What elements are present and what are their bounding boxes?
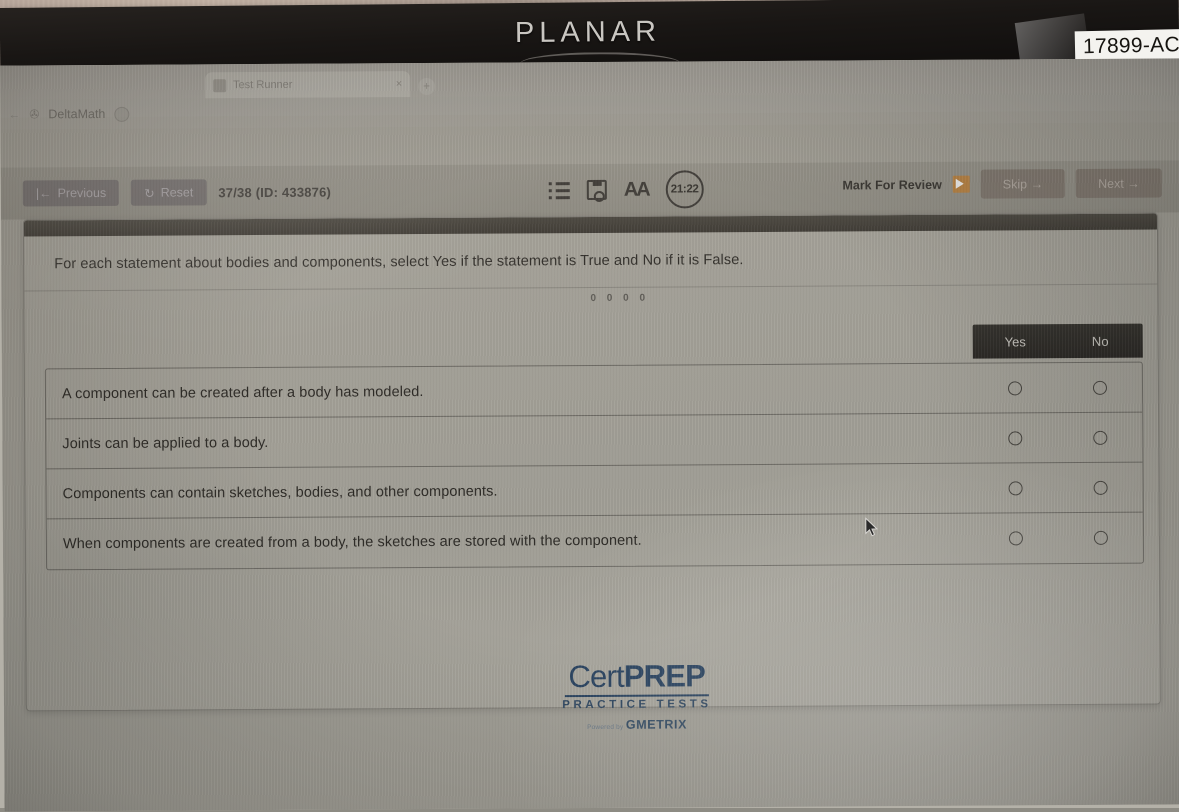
previous-arrow-icon: |←: [35, 186, 52, 201]
card-divider: [24, 283, 1160, 292]
save-icon[interactable]: [586, 179, 607, 201]
question-card: For each statement about bodies and comp…: [22, 212, 1161, 712]
column-header-yes: Yes: [1004, 333, 1026, 349]
bookmark-icon: ✇: [29, 107, 40, 122]
monitor-screen: Test Runner × + ← ✇ DeltaMath |← Previou…: [0, 58, 1179, 812]
statement-text: Components can contain sketches, bodies,…: [62, 483, 498, 502]
answer-matrix: Yes No A component can be created after …: [44, 323, 1145, 571]
question-list-icon[interactable]: [549, 181, 570, 199]
table-row: A component can be created after a body …: [45, 362, 1143, 420]
back-arrow-icon[interactable]: ←: [8, 107, 20, 121]
radio-button-yes[interactable]: [1008, 531, 1023, 546]
matrix-column-headers: Yes No: [972, 323, 1143, 359]
radio-cell-no[interactable]: [1058, 480, 1143, 495]
logo-subtitle: PRACTICE TESTS: [562, 698, 712, 712]
radio-button-no[interactable]: [1092, 380, 1107, 395]
progress-dots-marker: 0 0 0 0: [590, 292, 650, 304]
test-runner-app: |← Previous ↻ Reset 37/38 (ID: 433876) A…: [0, 122, 1179, 812]
radio-cell-yes[interactable]: [972, 380, 1057, 396]
previous-button-label: Previous: [57, 185, 107, 201]
new-tab-button[interactable]: +: [418, 77, 436, 96]
statement-text: When components are created from a body,…: [62, 532, 642, 553]
avatar[interactable]: [114, 106, 130, 122]
flag-icon[interactable]: [952, 175, 970, 193]
reset-button[interactable]: ↻ Reset: [131, 179, 207, 206]
logo-prep-text: PREP: [623, 658, 706, 694]
statement-text: Joints can be applied to a body.: [62, 434, 269, 452]
question-prompt: For each statement about bodies and comp…: [54, 252, 744, 273]
monitor-brand-label: PLANAR: [514, 15, 662, 50]
logo-rule: [564, 694, 709, 698]
mark-for-review-label[interactable]: Mark For Review: [842, 177, 941, 192]
reset-button-label: Reset: [160, 185, 194, 200]
previous-button[interactable]: |← Previous: [22, 179, 120, 207]
radio-cell-no[interactable]: [1057, 380, 1142, 395]
radio-button-no[interactable]: [1093, 530, 1108, 545]
logo-powered-by: Powered by GMETRIX: [562, 717, 712, 732]
radio-button-yes[interactable]: [1007, 380, 1022, 395]
browser-tab-test-runner[interactable]: Test Runner ×: [205, 71, 411, 99]
radio-cell-yes[interactable]: [972, 430, 1057, 446]
question-counter: 37/38 (ID: 433876): [218, 184, 332, 200]
matrix-rows: A component can be created after a body …: [44, 361, 1145, 571]
reset-icon: ↻: [144, 186, 155, 201]
tab-favicon-icon: [213, 78, 227, 92]
countdown-timer: 21:22: [665, 170, 704, 209]
table-row: Joints can be applied to a body.: [46, 412, 1143, 470]
close-icon[interactable]: ×: [396, 78, 403, 90]
next-button[interactable]: Next →: [1075, 168, 1162, 199]
certprep-logo: CertPREP PRACTICE TESTS Powered by GMETR…: [562, 658, 712, 732]
skip-button[interactable]: Skip →: [980, 169, 1066, 199]
toolbar-left-group: |← Previous ↻ Reset 37/38 (ID: 433876): [1, 179, 331, 207]
table-row: When components are created from a body,…: [47, 513, 1143, 570]
toolbar-center-group: AA 21:22: [549, 170, 704, 209]
toolbar-right-group: Mark For Review Skip → Next →: [842, 168, 1162, 200]
font-size-icon[interactable]: AA: [624, 179, 649, 201]
bookmark-item-deltamath[interactable]: DeltaMath: [48, 107, 105, 121]
photographed-screen-scene: PLANAR 17899-ACC Test Runner × + ← ✇ Del…: [0, 0, 1179, 812]
statement-text: A component can be created after a body …: [61, 383, 424, 402]
table-row: Components can contain sketches, bodies,…: [46, 462, 1143, 520]
radio-cell-no[interactable]: [1058, 530, 1143, 546]
gmetrix-text: GMETRIX: [625, 717, 688, 732]
radio-cell-yes[interactable]: [973, 531, 1058, 546]
radio-button-no[interactable]: [1093, 480, 1108, 495]
asset-tag-text: 17899-ACC: [1082, 32, 1179, 59]
logo-cert-text: Cert: [568, 658, 624, 695]
radio-cell-no[interactable]: [1057, 430, 1142, 445]
test-toolbar: |← Previous ↻ Reset 37/38 (ID: 433876) A…: [0, 160, 1179, 220]
powered-by-text: Powered by: [587, 723, 624, 732]
radio-button-yes[interactable]: [1008, 480, 1023, 495]
logo-wordmark: CertPREP: [562, 658, 712, 695]
radio-button-yes[interactable]: [1007, 430, 1022, 445]
column-header-no: No: [1091, 333, 1109, 349]
radio-cell-yes[interactable]: [973, 480, 1058, 496]
radio-button-no[interactable]: [1092, 430, 1107, 445]
tab-title: Test Runner: [233, 78, 293, 92]
